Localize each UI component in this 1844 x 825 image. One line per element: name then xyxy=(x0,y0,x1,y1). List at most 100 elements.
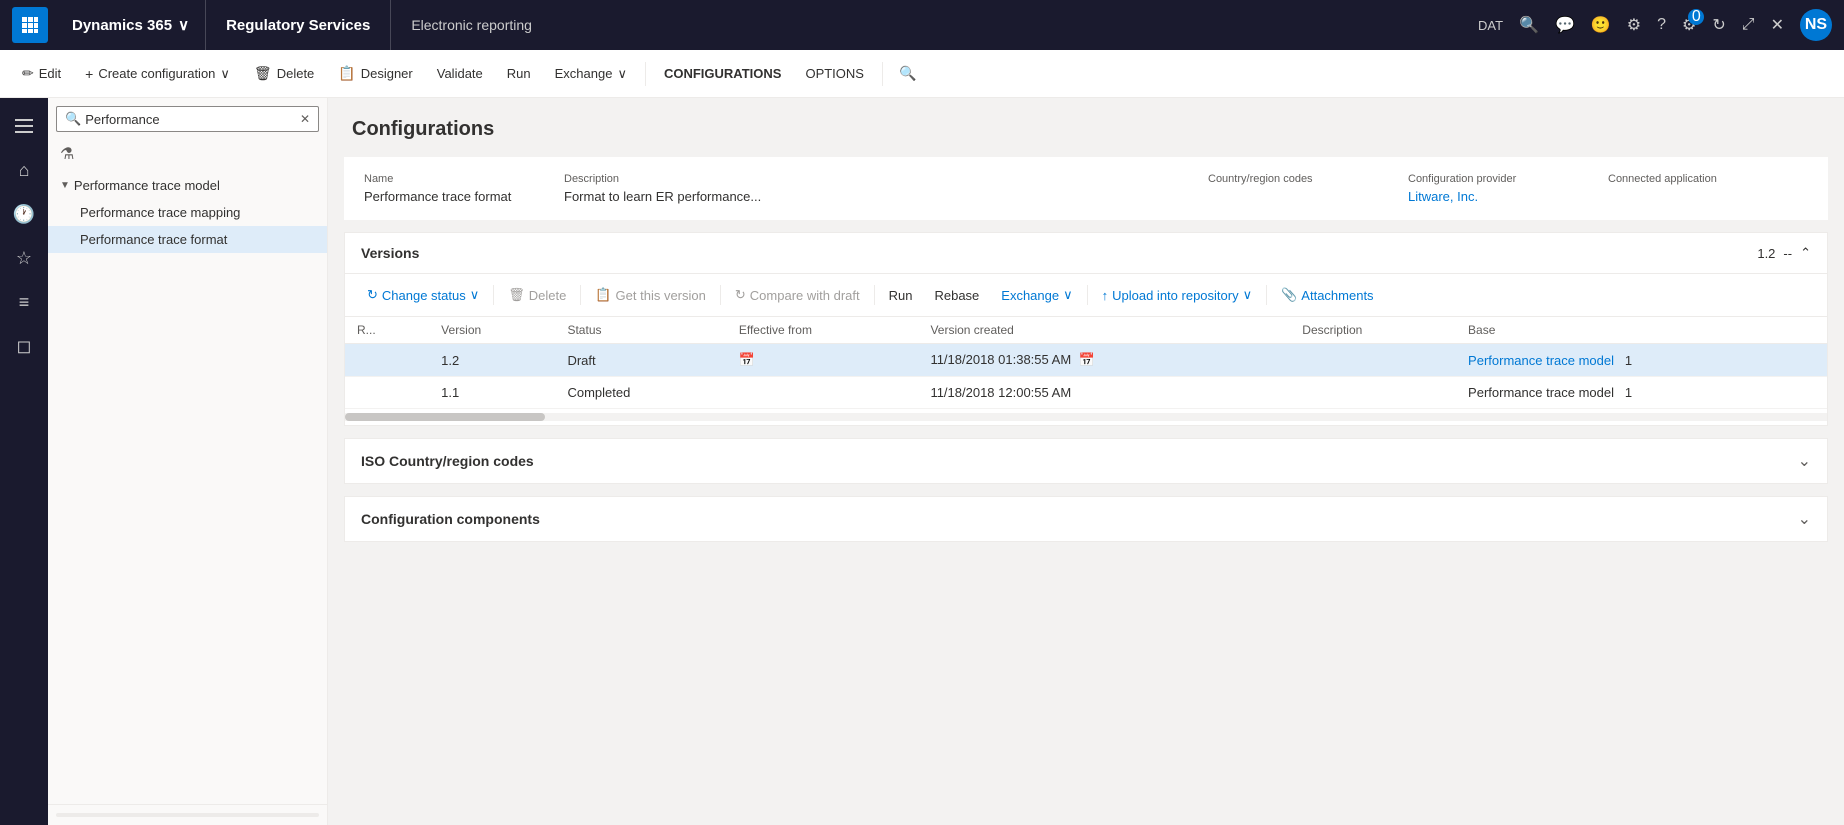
col-r: R... xyxy=(345,317,429,344)
sidebar-bookmark-icon[interactable]: ☆ xyxy=(4,238,44,278)
change-status-button[interactable]: ↻ Change status ∨ xyxy=(357,282,489,308)
left-panel: 🔍 ✕ ⚗ ▼ Performance trace model Performa… xyxy=(48,98,328,825)
search-box: 🔍 ✕ xyxy=(56,106,319,132)
avatar[interactable]: NS xyxy=(1800,9,1832,41)
change-status-chevron: ∨ xyxy=(470,287,480,303)
toolbar-separator-2 xyxy=(882,62,883,86)
tree-item-perf-trace-model[interactable]: ▼ Performance trace model xyxy=(48,172,327,199)
toolbar-search-icon: 🔍 xyxy=(899,65,916,82)
rebase-button[interactable]: Rebase xyxy=(924,283,989,308)
versions-table-wrapper: R... Version Status Effective from Versi… xyxy=(345,317,1827,425)
table-row[interactable]: 1.1 Completed 11/18/2018 12:00:55 AM Per… xyxy=(345,377,1827,409)
provider-value[interactable]: Litware, Inc. xyxy=(1408,189,1608,204)
cal-icon-2[interactable]: 📅 xyxy=(1079,352,1095,367)
notifications-btn[interactable]: ⚙ 0 xyxy=(1682,15,1696,35)
tree-item-perf-trace-mapping[interactable]: Performance trace mapping xyxy=(48,199,327,226)
versions-delete-button[interactable]: 🗑 Delete xyxy=(498,282,576,308)
sidebar-hamburger[interactable] xyxy=(4,106,44,146)
create-config-button[interactable]: + Create configuration ∨ xyxy=(75,60,240,88)
refresh-icon[interactable]: ↻ xyxy=(1712,15,1725,35)
sidebar-box-icon[interactable]: ◻ xyxy=(4,326,44,366)
configurations-tab[interactable]: CONFIGURATIONS xyxy=(654,60,791,87)
delete-button[interactable]: 🗑 Delete xyxy=(244,59,324,88)
versions-exchange-button[interactable]: Exchange ∨ xyxy=(991,282,1082,308)
cell-version-created-1: 11/18/2018 12:00:55 AM xyxy=(918,377,1290,409)
validate-button[interactable]: Validate xyxy=(427,60,493,87)
country-col: Country/region codes xyxy=(1208,173,1408,204)
provider-col: Configuration provider Litware, Inc. xyxy=(1408,173,1608,204)
dynamics-nav[interactable]: Dynamics 365 ∨ xyxy=(56,0,206,50)
cell-description-1 xyxy=(1290,377,1456,409)
versions-title: Versions xyxy=(361,245,419,261)
versions-delete-icon: 🗑 xyxy=(508,287,525,303)
version-info: 1.2 -- ⌃ xyxy=(1757,245,1811,261)
table-scroll-track xyxy=(345,413,1827,421)
designer-button[interactable]: 📋 Designer xyxy=(328,59,422,88)
cell-status-0: Draft xyxy=(555,344,726,377)
versions-exchange-chevron: ∨ xyxy=(1063,287,1073,303)
close-icon[interactable]: ✕ xyxy=(1771,15,1784,35)
versions-section-header[interactable]: Versions 1.2 -- ⌃ xyxy=(345,233,1827,274)
components-section-header[interactable]: Configuration components ⌄ xyxy=(345,497,1827,541)
collapse-icon[interactable]: ⌃ xyxy=(1800,245,1811,261)
upload-chevron: ∨ xyxy=(1243,287,1253,303)
page-title: Configurations xyxy=(352,118,1820,141)
expand-icon-0: ▼ xyxy=(60,180,70,191)
popout-icon[interactable]: ⤢ xyxy=(1742,16,1755,34)
message-icon[interactable]: 💬 xyxy=(1555,15,1575,35)
get-version-icon: 📋 xyxy=(595,287,611,303)
sidebar-list-icon[interactable]: ≡ xyxy=(4,282,44,322)
settings-icon[interactable]: ⚙ xyxy=(1627,15,1641,35)
cell-r-1 xyxy=(345,377,429,409)
compare-draft-button[interactable]: ↻ Compare with draft xyxy=(725,282,870,308)
table-row[interactable]: 1.2 Draft 📅 11/18/2018 01:38:55 AM 📅 Per… xyxy=(345,344,1827,377)
components-section: Configuration components ⌄ xyxy=(344,496,1828,542)
app-name: Regulatory Services xyxy=(206,0,391,50)
iso-section-header[interactable]: ISO Country/region codes ⌄ xyxy=(345,439,1827,483)
iso-chevron[interactable]: ⌄ xyxy=(1798,451,1811,471)
attachments-button[interactable]: 📎 Attachments xyxy=(1271,282,1383,308)
run-button[interactable]: Run xyxy=(497,60,541,87)
search-icon[interactable]: 🔍 xyxy=(1519,15,1539,35)
versions-run-button[interactable]: Run xyxy=(879,283,923,308)
description-label: Description xyxy=(564,173,1208,185)
base-num-0: 1 xyxy=(1625,353,1632,368)
sidebar-recent-icon[interactable]: 🕐 xyxy=(4,194,44,234)
edit-button[interactable]: ✏ Edit xyxy=(12,59,71,88)
options-tab[interactable]: OPTIONS xyxy=(795,60,874,87)
exchange-button[interactable]: Exchange ∨ xyxy=(545,60,637,88)
search-input[interactable] xyxy=(85,112,300,127)
tree-item-perf-trace-format[interactable]: Performance trace format xyxy=(48,226,327,253)
search-clear-icon[interactable]: ✕ xyxy=(300,112,310,126)
country-label: Country/region codes xyxy=(1208,173,1408,185)
sidebar-icons: ⌂ 🕐 ☆ ≡ ◻ xyxy=(0,98,48,825)
get-version-button[interactable]: 📋 Get this version xyxy=(585,282,716,308)
grid-icon[interactable] xyxy=(12,7,48,43)
iso-section: ISO Country/region codes ⌄ xyxy=(344,438,1828,484)
scroll-indicator xyxy=(56,813,319,817)
base-num-1: 1 xyxy=(1625,385,1632,400)
components-chevron[interactable]: ⌄ xyxy=(1798,509,1811,529)
col-effective-from: Effective from xyxy=(727,317,919,344)
versions-table: R... Version Status Effective from Versi… xyxy=(345,317,1827,409)
cell-description-0 xyxy=(1290,344,1456,377)
filter-icon[interactable]: ⚗ xyxy=(60,144,74,164)
tree-item-label-2: Performance trace format xyxy=(80,232,227,247)
cal-icon-1[interactable]: 📅 xyxy=(739,352,755,367)
ver-sep-2 xyxy=(580,285,581,305)
version-display: 1.2 xyxy=(1757,246,1775,261)
toolbar-search-button[interactable]: 🔍 xyxy=(891,61,924,86)
table-scroll-thumb[interactable] xyxy=(345,413,545,421)
tree-container: ▼ Performance trace model Performance tr… xyxy=(48,168,327,804)
help-icon[interactable]: ? xyxy=(1657,16,1666,34)
face-icon[interactable]: 🙂 xyxy=(1591,15,1611,35)
compare-draft-icon: ↻ xyxy=(735,287,746,303)
name-col: Name Performance trace format xyxy=(364,173,564,204)
connected-col: Connected application xyxy=(1608,173,1808,204)
sidebar-home-icon[interactable]: ⌂ xyxy=(4,150,44,190)
connected-label: Connected application xyxy=(1608,173,1808,185)
edit-icon: ✏ xyxy=(22,65,34,82)
versions-toolbar: ↻ Change status ∨ 🗑 Delete 📋 Get this ve… xyxy=(345,274,1827,317)
upload-repository-button[interactable]: ↑ Upload into repository ∨ xyxy=(1092,282,1262,308)
module-label: Electronic reporting xyxy=(391,17,1478,33)
